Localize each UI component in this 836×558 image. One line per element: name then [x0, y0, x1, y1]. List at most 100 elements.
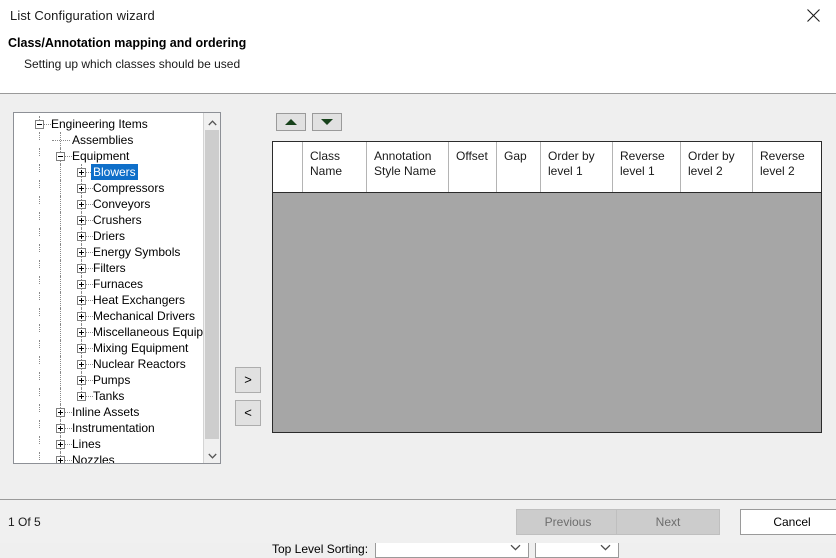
tree-node[interactable]: Pumps: [14, 372, 204, 388]
grid-column-header-line: Order by: [548, 149, 595, 163]
class-tree[interactable]: Engineering Items Assemblies Equipment Blow…: [14, 113, 220, 464]
tree-node[interactable]: Blowers: [14, 164, 204, 180]
tree-guide-line: [39, 308, 41, 316]
grid-column-header[interactable]: Offset: [449, 142, 497, 192]
tree-node-label: Nuclear Reactors: [93, 357, 186, 371]
collapse-node-icon[interactable]: [56, 152, 65, 161]
tree-node-label: Assemblies: [72, 133, 134, 147]
expand-node-icon[interactable]: [77, 280, 86, 289]
tree-node-label: Blowers: [91, 164, 138, 180]
tree-node-label: Compressors: [93, 181, 165, 195]
tree-guide-line: [39, 292, 41, 300]
scroll-up-button[interactable]: [204, 113, 220, 130]
grid-column-header[interactable]: Reverse level 2: [753, 142, 821, 192]
tree-node[interactable]: Miscellaneous Equipment: [14, 324, 220, 340]
wizard-content: Engineering Items Assemblies Equipment Blow…: [0, 95, 836, 558]
tree-guide-line: [39, 356, 41, 364]
tree-node[interactable]: Energy Symbols: [14, 244, 204, 260]
tree-node[interactable]: Assemblies: [14, 132, 204, 148]
tree-guide-line: [39, 132, 41, 140]
tree-node[interactable]: Furnaces: [14, 276, 204, 292]
tree-node-label: Instrumentation: [72, 421, 155, 435]
grid-column-header-line: Reverse: [620, 149, 665, 163]
cancel-button[interactable]: Cancel: [740, 509, 836, 535]
tree-node[interactable]: Equipment: [14, 148, 204, 164]
grid-column-header-line: level 1: [620, 164, 655, 178]
tree-node[interactable]: Nozzles: [14, 452, 204, 464]
tree-node[interactable]: Mechanical Drivers: [14, 308, 204, 324]
expand-node-icon[interactable]: [77, 168, 86, 177]
grid-column-header-line: level 1: [548, 164, 583, 178]
tree-guide-line: [39, 388, 41, 396]
tree-node[interactable]: Crushers: [14, 212, 204, 228]
next-button[interactable]: Next: [616, 509, 720, 535]
tree-guide-line: [60, 244, 62, 260]
previous-button[interactable]: Previous: [516, 509, 620, 535]
add-to-list-button[interactable]: >: [235, 367, 261, 393]
class-tree-panel[interactable]: Engineering Items Assemblies Equipment Blow…: [13, 112, 221, 464]
move-up-button[interactable]: [276, 113, 306, 131]
collapse-node-icon[interactable]: [35, 120, 44, 129]
tree-node[interactable]: Conveyors: [14, 196, 204, 212]
grid-column-header[interactable]: [273, 142, 303, 192]
tree-node-label: Mechanical Drivers: [93, 309, 196, 323]
grid-column-header[interactable]: Reverse level 1: [613, 142, 681, 192]
mapping-grid[interactable]: Class Name Annotation Style Name Offset Gap Or…: [272, 141, 822, 433]
scrollbar-thumb[interactable]: [205, 130, 219, 439]
expand-node-icon[interactable]: [77, 216, 86, 225]
grid-column-header-line: Reverse: [760, 149, 805, 163]
grid-column-header[interactable]: Class Name: [303, 142, 367, 192]
page-title: Class/Annotation mapping and ordering: [8, 36, 247, 50]
tree-guide-line: [60, 308, 62, 324]
scroll-down-button[interactable]: [204, 446, 220, 463]
move-down-button[interactable]: [312, 113, 342, 131]
expand-node-icon[interactable]: [77, 344, 86, 353]
tree-node[interactable]: Nuclear Reactors: [14, 356, 204, 372]
expand-node-icon[interactable]: [56, 408, 65, 417]
expand-node-icon[interactable]: [56, 456, 65, 463]
step-indicator: 1 Of 5: [8, 515, 41, 529]
tree-node-label: Inline Assets: [72, 405, 140, 419]
page-subtitle: Setting up which classes should be used: [24, 57, 241, 71]
expand-node-icon[interactable]: [77, 200, 86, 209]
tree-node[interactable]: Heat Exchangers: [14, 292, 204, 308]
triangle-down-icon: [321, 119, 333, 125]
expand-node-icon[interactable]: [56, 440, 65, 449]
tree-scrollbar[interactable]: [203, 113, 220, 463]
tree-node[interactable]: Driers: [14, 228, 204, 244]
grid-body[interactable]: [273, 193, 821, 432]
tree-node-label: Nozzles: [72, 453, 115, 464]
grid-column-header[interactable]: Annotation Style Name: [367, 142, 449, 192]
expand-node-icon[interactable]: [77, 264, 86, 273]
expand-node-icon[interactable]: [77, 232, 86, 241]
tree-guide-line: [39, 324, 41, 332]
expand-node-icon[interactable]: [77, 392, 86, 401]
tree-guide-line: [60, 324, 62, 340]
tree-node[interactable]: Filters: [14, 260, 204, 276]
tree-node[interactable]: Tanks: [14, 388, 204, 404]
tree-node[interactable]: Inline Assets: [14, 404, 204, 420]
tree-node[interactable]: Lines: [14, 436, 204, 452]
expand-node-icon[interactable]: [77, 248, 86, 257]
expand-node-icon[interactable]: [77, 376, 86, 385]
grid-column-header[interactable]: Gap: [497, 142, 541, 192]
tree-node[interactable]: Compressors: [14, 180, 204, 196]
tree-guide-line: [60, 196, 62, 212]
tree-guide-line: [60, 228, 62, 244]
grid-column-header[interactable]: Order by level 1: [541, 142, 613, 192]
tree-node[interactable]: Mixing Equipment: [14, 340, 204, 356]
close-button[interactable]: [790, 0, 836, 30]
expand-node-icon[interactable]: [77, 296, 86, 305]
expand-node-icon[interactable]: [77, 184, 86, 193]
expand-node-icon[interactable]: [77, 328, 86, 337]
tree-node[interactable]: Instrumentation: [14, 420, 204, 436]
tree-guide-line: [39, 212, 41, 220]
tree-guide-line: [60, 260, 62, 276]
tree-node[interactable]: Engineering Items: [14, 116, 204, 132]
expand-node-icon[interactable]: [56, 424, 65, 433]
expand-node-icon[interactable]: [77, 360, 86, 369]
grid-column-header[interactable]: Order by level 2: [681, 142, 753, 192]
tree-node-label: Lines: [72, 437, 101, 451]
remove-from-list-button[interactable]: <: [235, 400, 261, 426]
expand-node-icon[interactable]: [77, 312, 86, 321]
